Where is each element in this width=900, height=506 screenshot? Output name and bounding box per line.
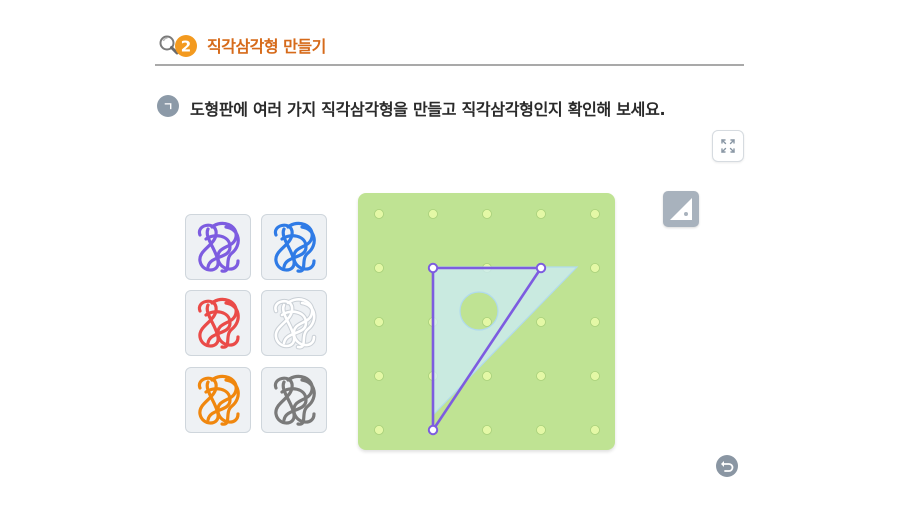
question-marker: ㄱ	[157, 95, 179, 117]
peg[interactable]	[374, 209, 384, 219]
peg[interactable]	[590, 263, 600, 273]
expand-icon	[721, 139, 735, 153]
peg[interactable]	[482, 371, 492, 381]
band-vertex-handle[interactable]	[535, 262, 547, 274]
geoboard[interactable]	[358, 193, 615, 450]
header-divider	[155, 64, 744, 66]
band-vertex-handle[interactable]	[427, 262, 439, 274]
peg[interactable]	[482, 425, 492, 435]
peg[interactable]	[536, 425, 546, 435]
undo-button[interactable]	[716, 455, 738, 477]
rubber-band-icon	[197, 221, 240, 273]
undo-icon	[721, 461, 734, 472]
set-square-overlay[interactable]	[432, 266, 579, 417]
peg[interactable]	[590, 317, 600, 327]
peg-grid	[374, 209, 600, 435]
rubber-band-red[interactable]	[185, 290, 251, 356]
rubber-band-purple[interactable]	[185, 214, 251, 280]
rubber-band-orange[interactable]	[185, 367, 251, 433]
rubber-band-icon	[197, 297, 240, 349]
peg[interactable]	[374, 317, 384, 327]
section-title: 직각삼각형 만들기	[207, 37, 326, 56]
rubber-band-icon	[273, 221, 316, 273]
magnifier-icon: 2	[157, 30, 201, 60]
peg[interactable]	[536, 371, 546, 381]
section-number: 2	[181, 38, 191, 56]
expand-button[interactable]	[712, 130, 744, 162]
peg[interactable]	[428, 209, 438, 219]
rubber-band-white[interactable]	[261, 290, 327, 356]
rubber-band-icon	[197, 374, 240, 426]
peg[interactable]	[374, 371, 384, 381]
question-text: 도형판에 여러 가지 직각삼각형을 만들고 직각삼각형인지 확인해 보세요.	[190, 100, 666, 119]
section-header: 2 직각삼각형 만들기	[157, 28, 744, 64]
peg[interactable]	[590, 209, 600, 219]
peg[interactable]	[482, 317, 492, 327]
peg[interactable]	[374, 263, 384, 273]
peg[interactable]	[374, 425, 384, 435]
peg[interactable]	[482, 209, 492, 219]
rubber-band-blue[interactable]	[261, 214, 327, 280]
peg[interactable]	[536, 209, 546, 219]
rubber-band-icon	[273, 374, 316, 426]
set-square-icon	[670, 198, 692, 220]
rubber-band-icon	[273, 297, 317, 350]
rubber-band-gray[interactable]	[261, 367, 327, 433]
band-vertex-handle[interactable]	[427, 424, 439, 436]
peg[interactable]	[590, 425, 600, 435]
peg[interactable]	[590, 371, 600, 381]
peg[interactable]	[536, 317, 546, 327]
set-square-tool-button[interactable]	[663, 191, 699, 227]
